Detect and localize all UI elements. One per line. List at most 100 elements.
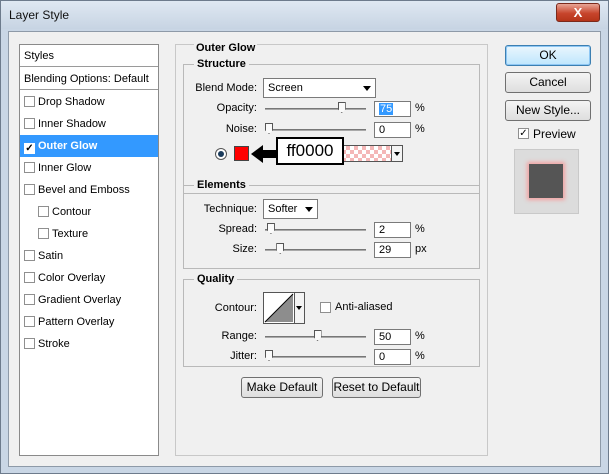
title-bar[interactable]: Layer Style X: [1, 1, 608, 29]
style-checkbox[interactable]: [24, 162, 35, 173]
contour-dropdown-arrow[interactable]: [294, 293, 304, 323]
style-item-label: Pattern Overlay: [38, 316, 115, 328]
style-item-label: Color Overlay: [38, 272, 106, 284]
dialog-body: Styles Blending Options: Default Drop Sh…: [8, 31, 601, 467]
style-item-label: Contour: [52, 206, 92, 218]
noise-label: Noise:: [225, 123, 257, 135]
noise-unit: %: [415, 123, 425, 135]
quality-title: Quality: [194, 273, 238, 285]
structure-title: Structure: [194, 58, 249, 70]
contour-icon: [264, 293, 294, 323]
styles-list: Styles Blending Options: Default Drop Sh…: [19, 44, 159, 456]
preview-checkbox[interactable]: ✓: [518, 128, 529, 139]
opacity-slider-track[interactable]: [265, 108, 366, 110]
layer-style-dialog: Layer Style X Styles Blending Options: D…: [0, 0, 609, 474]
style-item-label: Drop Shadow: [38, 96, 105, 108]
window-title: Layer Style: [9, 8, 70, 22]
contour-label: Contour:: [214, 302, 257, 314]
size-unit: px: [415, 243, 427, 255]
style-item-outer-glow[interactable]: ✓ Outer Glow: [20, 135, 158, 157]
style-item-texture[interactable]: Texture: [20, 223, 158, 245]
style-item-contour[interactable]: Contour: [20, 201, 158, 223]
style-checkbox[interactable]: [24, 184, 35, 195]
gradient-dropdown-arrow[interactable]: [391, 146, 402, 161]
make-default-button[interactable]: Make Default: [241, 377, 323, 398]
technique-value: Softer: [268, 203, 298, 215]
blend-mode-dropdown[interactable]: Screen: [263, 78, 376, 98]
style-checkbox[interactable]: [38, 228, 49, 239]
left-arrow-icon: [251, 145, 277, 163]
cancel-button[interactable]: Cancel: [505, 72, 591, 93]
close-button[interactable]: X: [556, 3, 600, 22]
noise-slider-track[interactable]: [265, 129, 366, 131]
technique-label: Technique:: [203, 203, 257, 215]
blend-mode-value: Screen: [268, 82, 303, 94]
range-label: Range:: [221, 330, 257, 342]
opacity-field[interactable]: 75: [374, 101, 411, 117]
style-checkbox[interactable]: [24, 272, 35, 283]
style-checkbox[interactable]: ✓: [24, 143, 35, 154]
range-unit: %: [415, 330, 425, 342]
chevron-down-icon: [363, 86, 371, 91]
style-checkbox[interactable]: [38, 206, 49, 217]
style-item-label: Outer Glow: [38, 140, 98, 152]
contour-picker[interactable]: [263, 292, 305, 324]
style-item-gradient-overlay[interactable]: Gradient Overlay: [20, 289, 158, 311]
jitter-label: Jitter:: [230, 350, 257, 362]
elements-title: Elements: [194, 179, 249, 191]
anti-aliased-label: Anti-aliased: [335, 301, 393, 313]
style-item-color-overlay[interactable]: Color Overlay: [20, 267, 158, 289]
anti-aliased-checkbox[interactable]: [320, 302, 331, 313]
style-item-label: Stroke: [38, 338, 70, 350]
ok-button[interactable]: OK: [505, 45, 591, 66]
preview-layer: [529, 164, 563, 198]
style-item-label: Inner Shadow: [38, 118, 106, 130]
glow-color-swatch[interactable]: [234, 146, 249, 161]
style-item-label: Bevel and Emboss: [38, 184, 130, 196]
noise-field[interactable]: 0: [374, 122, 411, 138]
spread-unit: %: [415, 223, 425, 235]
panel-title: Outer Glow: [194, 42, 258, 54]
chevron-down-icon: [296, 306, 302, 310]
range-field[interactable]: 50: [374, 329, 411, 345]
preview-label: Preview: [533, 127, 576, 141]
technique-dropdown[interactable]: Softer: [263, 199, 318, 219]
styles-header[interactable]: Styles: [20, 45, 158, 67]
style-checkbox[interactable]: [24, 338, 35, 349]
style-item-stroke[interactable]: Stroke: [20, 333, 158, 355]
spread-label: Spread:: [218, 223, 257, 235]
style-item-label: Gradient Overlay: [38, 294, 122, 306]
opacity-value: 75: [379, 103, 394, 115]
jitter-slider-track[interactable]: [265, 356, 366, 358]
new-style-button[interactable]: New Style...: [505, 100, 591, 121]
jitter-field[interactable]: 0: [374, 349, 411, 365]
style-checkbox[interactable]: [24, 316, 35, 327]
spread-slider-track[interactable]: [265, 229, 366, 231]
style-checkbox[interactable]: [24, 118, 35, 129]
size-label: Size:: [232, 243, 257, 255]
reset-to-default-button[interactable]: Reset to Default: [332, 377, 421, 398]
style-checkbox[interactable]: [24, 96, 35, 107]
preview-thumbnail: [514, 149, 579, 214]
spread-field[interactable]: 2: [374, 222, 411, 238]
style-item-satin[interactable]: Satin: [20, 245, 158, 267]
style-item-label: Inner Glow: [38, 162, 92, 174]
style-item-pattern-overlay[interactable]: Pattern Overlay: [20, 311, 158, 333]
style-item-inner-glow[interactable]: Inner Glow: [20, 157, 158, 179]
style-item-label: Satin: [38, 250, 64, 262]
color-callout: ff0000: [276, 137, 344, 165]
style-item-inner-shadow[interactable]: Inner Shadow: [20, 113, 158, 135]
blending-options-item[interactable]: Blending Options: Default: [20, 68, 158, 90]
chevron-down-icon: [305, 207, 313, 212]
style-item-drop-shadow[interactable]: Drop Shadow: [20, 91, 158, 113]
opacity-label: Opacity:: [216, 102, 257, 114]
blend-mode-label: Blend Mode:: [195, 82, 257, 94]
size-field[interactable]: 29: [374, 242, 411, 258]
style-checkbox[interactable]: [24, 250, 35, 261]
style-checkbox[interactable]: [24, 294, 35, 305]
opacity-unit: %: [415, 102, 425, 114]
jitter-unit: %: [415, 350, 425, 362]
style-item-bevel-and-emboss[interactable]: Bevel and Emboss: [20, 179, 158, 201]
solid-color-radio[interactable]: [215, 148, 227, 160]
style-item-label: Texture: [52, 228, 89, 240]
